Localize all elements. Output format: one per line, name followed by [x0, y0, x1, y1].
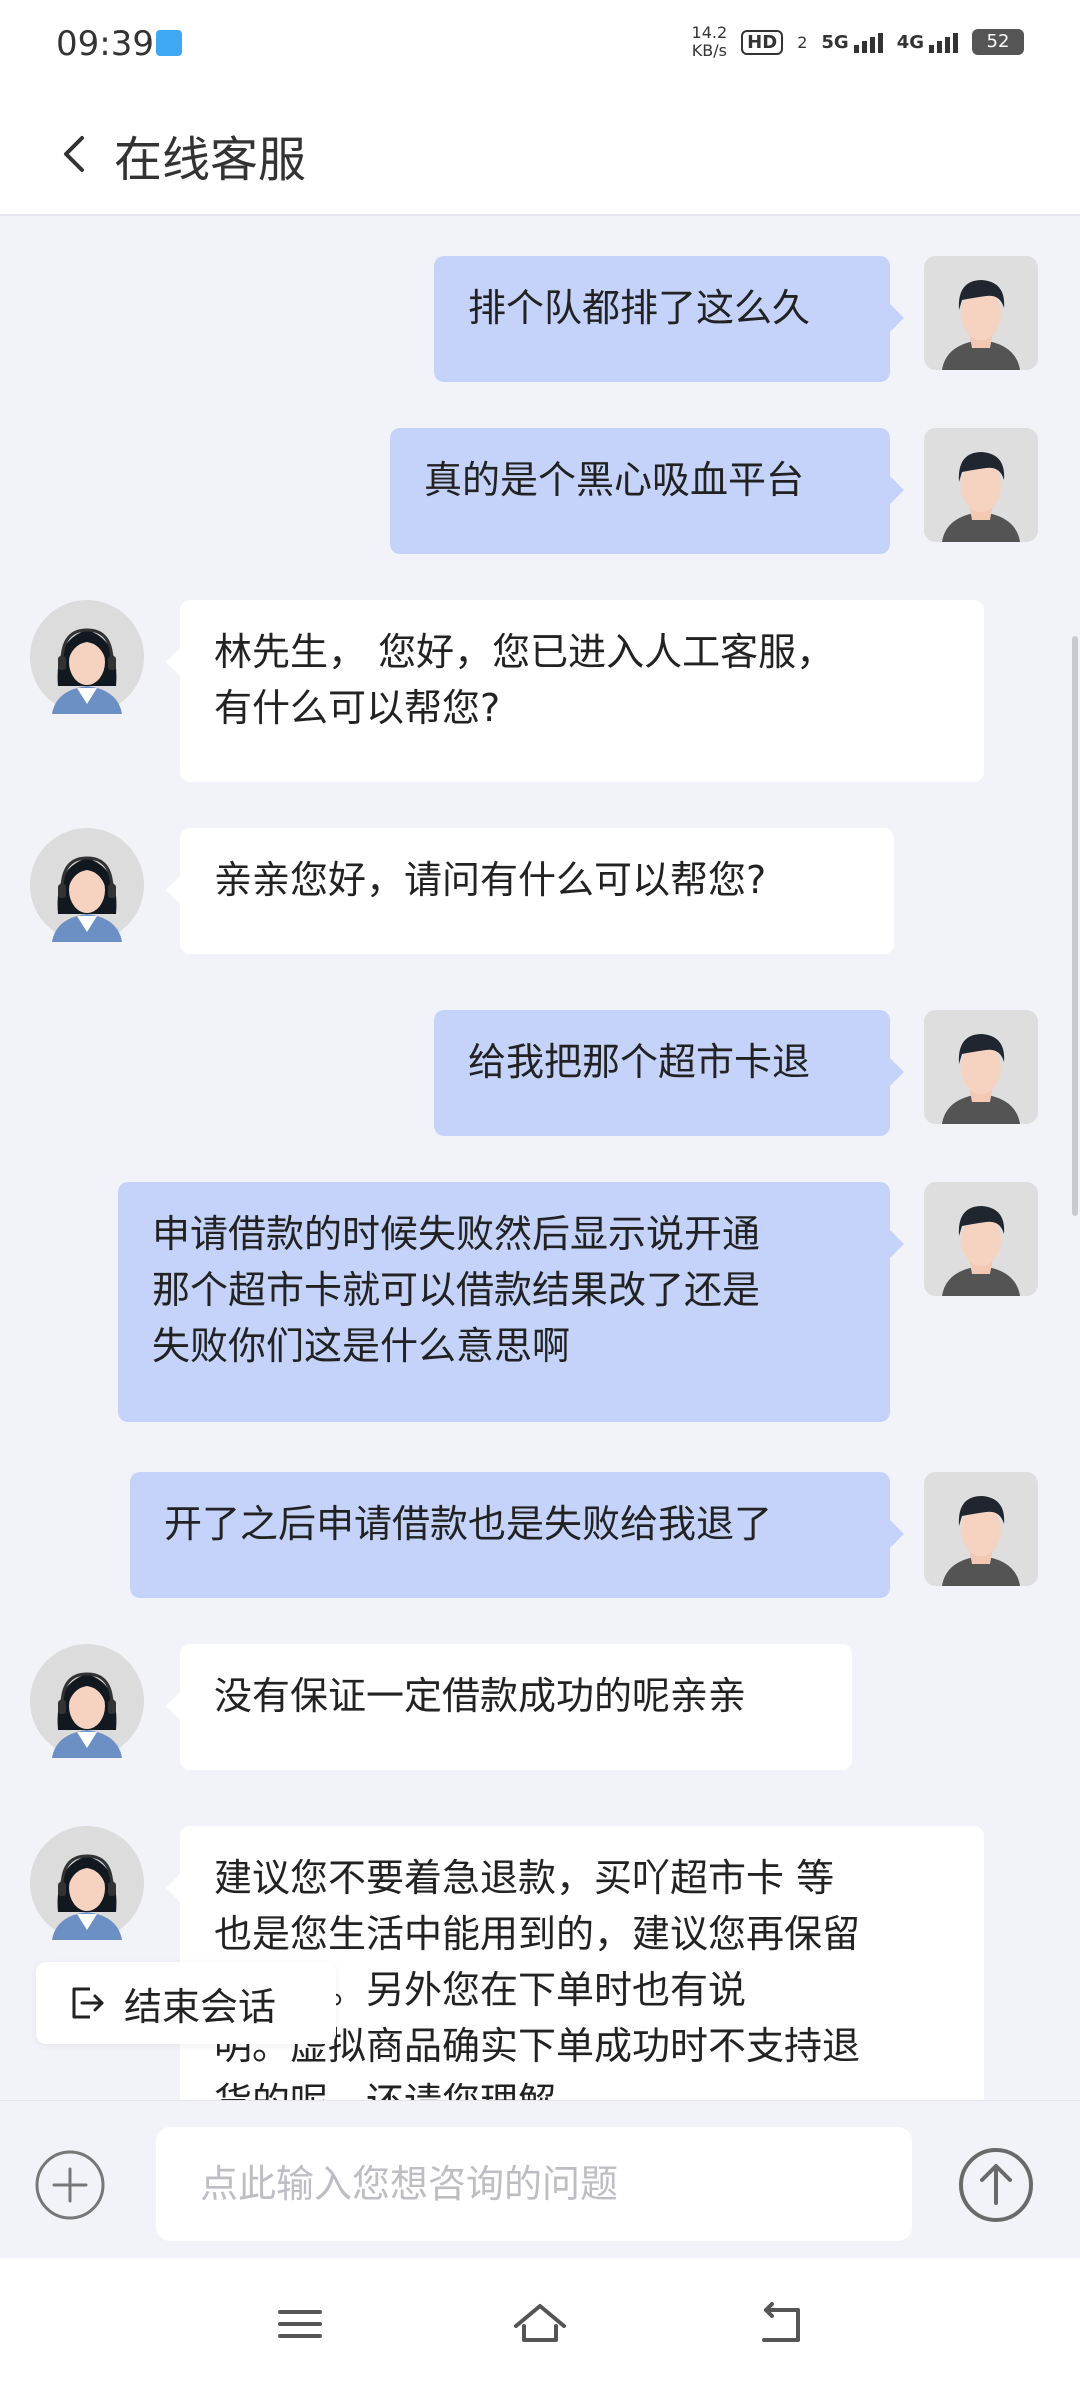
user-avatar	[924, 1182, 1038, 1296]
user-avatar	[924, 1472, 1038, 1586]
user-avatar	[924, 256, 1038, 370]
agent-avatar	[30, 1826, 144, 1940]
back-icon[interactable]	[750, 2296, 810, 2352]
agent-avatar-icon	[30, 1644, 144, 1758]
status-icons: 14.2 KB/s HD 2 5G 4G 52	[692, 24, 1024, 60]
agent-avatar-icon	[30, 828, 144, 942]
end-chat-label: 结束会话	[124, 1984, 277, 2029]
status-time: 09:39	[56, 24, 154, 64]
agent-avatar	[30, 828, 144, 942]
user-avatar	[924, 1010, 1038, 1124]
user-avatar-icon	[924, 1010, 1038, 1124]
user-avatar-icon	[924, 1182, 1038, 1296]
page-title: 在线客服	[114, 132, 307, 188]
chat-bubble-user: 申请借款的时候失败然后显示说开通 那个超市卡就可以借款结果改了还是 失败你们这是…	[118, 1182, 904, 1422]
input-bar: 点此输入您想咨询的问题	[0, 2100, 1080, 2258]
chat-bubble-agent: 亲亲您好，请问有什么可以帮您?	[166, 828, 894, 954]
agent-avatar	[30, 600, 144, 714]
chat-bubble-user: 排个队都排了这么久	[434, 256, 904, 382]
add-attachment-icon[interactable]	[34, 2149, 106, 2221]
user-avatar	[924, 428, 1038, 542]
exit-icon	[72, 1987, 104, 2019]
system-navigation-bar	[0, 2258, 1080, 2388]
menu-icon[interactable]	[270, 2296, 330, 2352]
message-input[interactable]: 点此输入您想咨询的问题	[156, 2127, 912, 2241]
battery-icon: 52	[972, 29, 1024, 55]
user-avatar-icon	[924, 428, 1038, 542]
signal-4g-icon: 4G	[897, 32, 958, 53]
app-header: 在线客服	[0, 90, 1080, 216]
user-avatar-icon	[924, 256, 1038, 370]
chat-bubble-agent: 没有保证一定借款成功的呢亲亲	[166, 1644, 852, 1770]
back-arrow-icon[interactable]	[50, 126, 100, 182]
agent-avatar-icon	[30, 1826, 144, 1940]
chat-bubble-user: 开了之后申请借款也是失败给我退了	[130, 1472, 904, 1598]
user-avatar-icon	[924, 1472, 1038, 1586]
hd-volte-icon: HD	[741, 29, 784, 55]
end-chat-button[interactable]: 结束会话	[36, 1962, 336, 2044]
send-arrow-icon[interactable]	[958, 2147, 1034, 2223]
chat-bubble-agent: 林先生， 您好，您已进入人工客服， 有什么可以帮您?	[166, 600, 984, 782]
chat-bubble-user: 给我把那个超市卡退	[434, 1010, 904, 1136]
notification-app-icon	[156, 30, 182, 56]
chat-bubble-user: 真的是个黑心吸血平台	[390, 428, 904, 554]
sim-number: 2	[797, 32, 808, 52]
status-bar: 09:39 14.2 KB/s HD 2 5G 4G 52	[0, 0, 1080, 90]
chat-scrollbar[interactable]	[1072, 636, 1078, 1216]
agent-avatar	[30, 1644, 144, 1758]
home-icon[interactable]	[510, 2296, 570, 2352]
network-speed: 14.2 KB/s	[691, 23, 728, 60]
chat-area[interactable]: 排个队都排了这么久 真的是个黑心吸血平台 林先生， 您好，您已进入人工客服， 有…	[0, 216, 1080, 2100]
agent-avatar-icon	[30, 600, 144, 714]
signal-5g-icon: 5G	[821, 32, 883, 53]
